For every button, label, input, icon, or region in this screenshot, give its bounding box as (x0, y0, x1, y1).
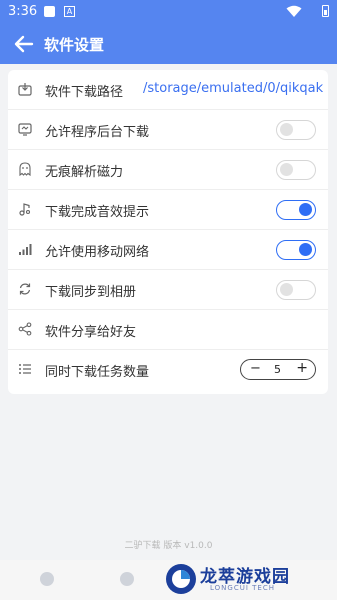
concurrent-tasks-stepper: − 5 + (240, 359, 316, 380)
version-text: 二驴下载 版本 v1.0.0 (124, 541, 213, 551)
completion-sound-label: 下载完成音效提示 (45, 205, 150, 220)
mobile-network-toggle[interactable] (276, 240, 316, 260)
share-friends-label: 软件分享给好友 (45, 325, 137, 340)
setting-concurrent-tasks: 同时下载任务数量 − 5 + (8, 350, 328, 390)
music-note-icon (19, 203, 31, 216)
watermark-logo: 龙萃游戏园 LONGCUI TECH (160, 558, 337, 600)
sync-album-toggle[interactable] (276, 280, 316, 300)
download-path-label: 软件下载路径 (45, 85, 124, 100)
battery-icon (322, 5, 329, 17)
signal-bars-icon (19, 244, 32, 255)
list-icon (19, 364, 31, 374)
setting-mobile-network: 允许使用移动网络 (8, 230, 328, 270)
page-title: 软件设置 (44, 36, 105, 54)
setting-completion-sound: 下载完成音效提示 (8, 190, 328, 230)
download-path-value: /storage/emulated/0/qikqak (143, 81, 324, 96)
ghost-icon (19, 162, 31, 176)
monitor-icon (18, 123, 32, 136)
app-bar: 软件设置 (0, 24, 337, 64)
sync-album-label: 下载同步到相册 (45, 285, 137, 300)
settings-card: 软件下载路径 /storage/emulated/0/qikqak 允许程序后台… (8, 70, 328, 394)
stepper-value: 5 (274, 363, 281, 376)
increment-button[interactable]: + (296, 360, 308, 376)
decrement-button[interactable]: − (250, 361, 261, 376)
discover-nav-icon[interactable] (120, 572, 134, 586)
setting-download-path[interactable]: 软件下载路径 /storage/emulated/0/qikqak (8, 70, 328, 110)
background-download-label: 允许程序后台下载 (45, 125, 150, 140)
completion-sound-toggle[interactable] (276, 200, 316, 220)
setting-share-friends[interactable]: 软件分享给好友 (8, 310, 328, 350)
download-box-icon (18, 83, 32, 96)
logo-emblem-icon (166, 564, 196, 594)
traceless-magnet-toggle[interactable] (276, 160, 316, 180)
share-icon (18, 322, 32, 336)
app-badge-icon: A (64, 6, 75, 17)
status-time: 3:36 (8, 4, 38, 19)
setting-sync-album: 下载同步到相册 (8, 270, 328, 310)
setting-background-download: 允许程序后台下载 (8, 110, 328, 150)
toggle-knob (299, 203, 312, 216)
watermark-subtitle: LONGCUI TECH (210, 584, 275, 592)
toggle-knob (299, 243, 312, 256)
sync-icon (19, 283, 31, 295)
notification-icon (44, 6, 55, 17)
setting-traceless-magnet: 无痕解析磁力 (8, 150, 328, 190)
home-nav-icon[interactable] (40, 572, 54, 586)
toggle-knob (280, 163, 293, 176)
background-download-toggle[interactable] (276, 120, 316, 140)
traceless-magnet-label: 无痕解析磁力 (45, 165, 124, 180)
status-bar: 3:36 A (0, 0, 337, 24)
wifi-icon (286, 5, 302, 17)
mobile-network-label: 允许使用移动网络 (45, 245, 150, 260)
toggle-knob (280, 123, 293, 136)
toggle-knob (280, 283, 293, 296)
concurrent-tasks-label: 同时下载任务数量 (45, 365, 150, 380)
back-arrow-icon[interactable] (12, 32, 36, 56)
